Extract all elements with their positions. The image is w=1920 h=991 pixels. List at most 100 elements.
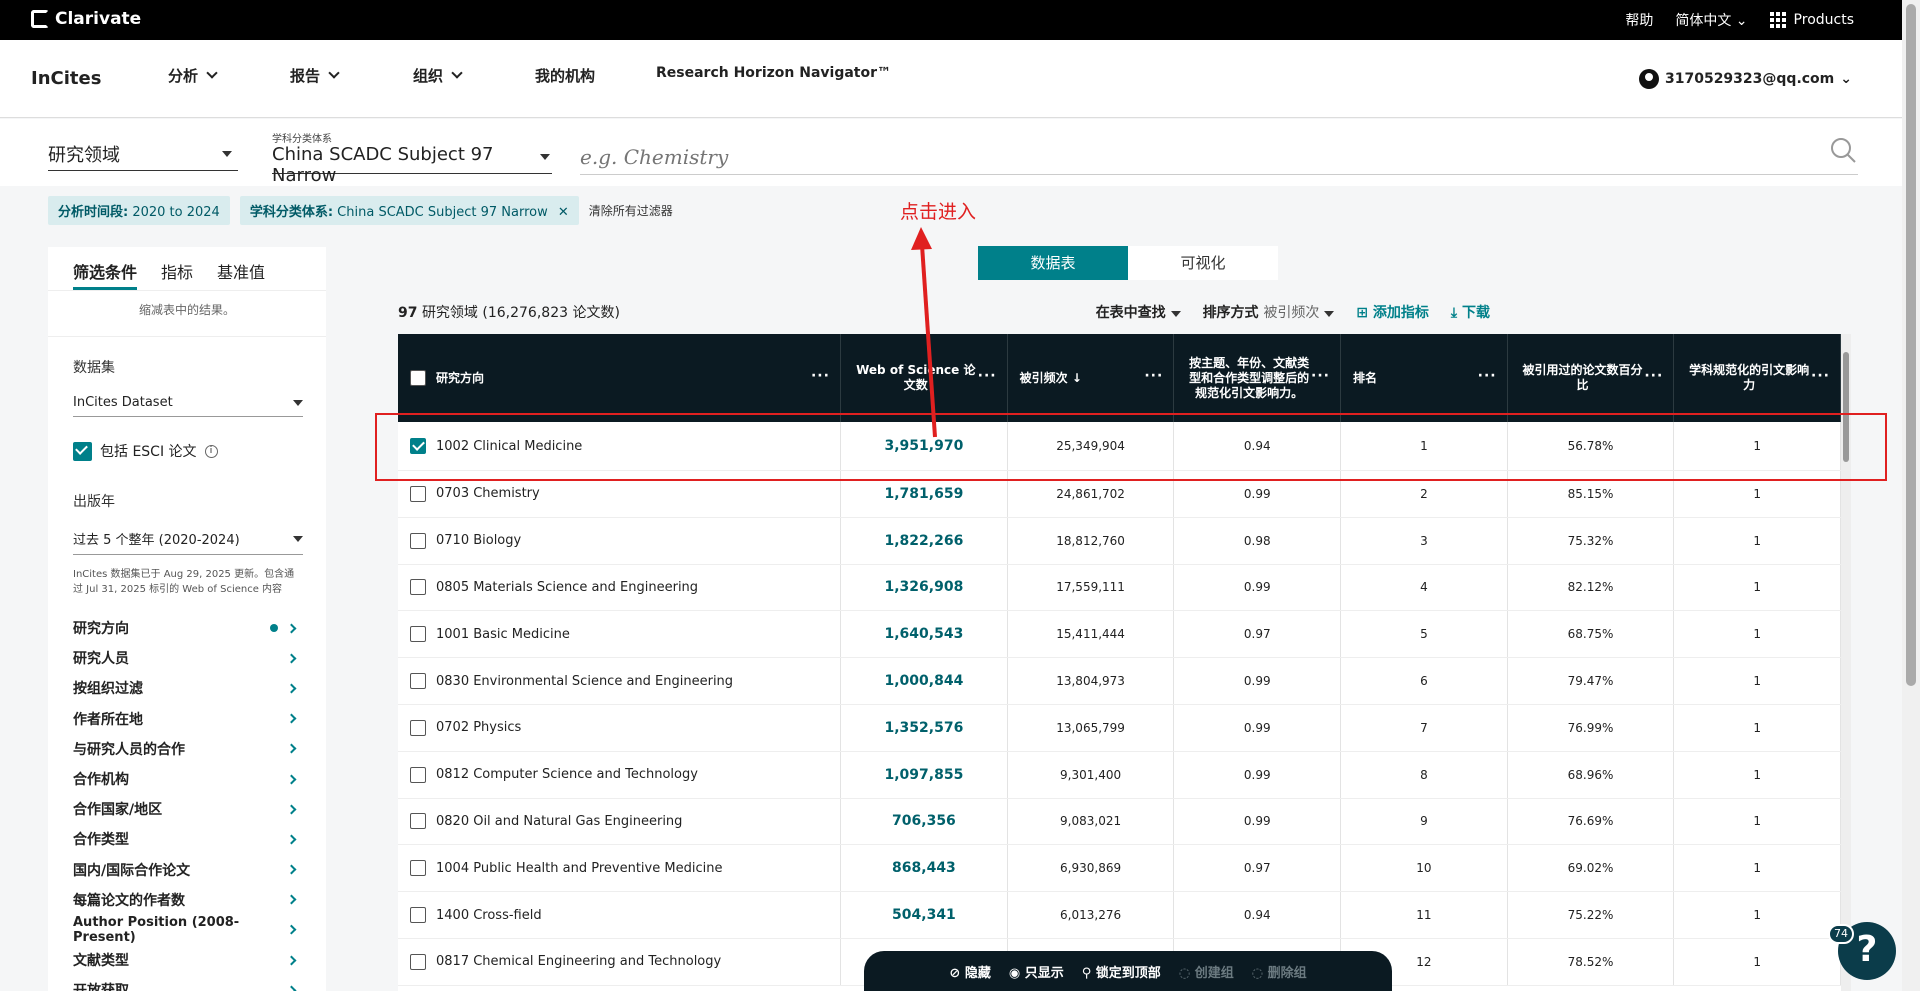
col-research-area[interactable]: 研究方向 ··· xyxy=(398,334,841,422)
filter-author-position[interactable]: Author Position (2008-Present) xyxy=(73,915,301,945)
more-icon[interactable]: ··· xyxy=(1144,369,1163,384)
products-menu[interactable]: Products xyxy=(1769,12,1854,28)
user-menu[interactable]: 3170529323@qq.com ⌄ xyxy=(1638,69,1852,89)
schema-select[interactable]: China SCADC Subject 97 Narrow xyxy=(272,144,552,186)
table-row[interactable]: 0805 Materials Science and Engineering 1,… xyxy=(398,564,1841,612)
col-pct-cited[interactable]: 被引用过的论文数百分比 ··· xyxy=(1508,334,1675,422)
sort-desc-icon[interactable]: ↓ xyxy=(1072,371,1082,386)
create-group-button[interactable]: ◌ 创建组 xyxy=(1179,962,1234,981)
cell-pct: 76.99% xyxy=(1508,704,1675,751)
filter-researchers[interactable]: 研究人员 xyxy=(73,643,301,673)
table-row[interactable]: 0830 Environmental Science and Engineeri… xyxy=(398,658,1841,705)
table-row[interactable]: 1001 Basic Medicine 1,640,543 15,411,444 0.… xyxy=(398,611,1841,659)
row-checkbox[interactable] xyxy=(410,719,426,736)
chip-period[interactable]: 分析时间段: 2020 to 2024 xyxy=(48,196,230,225)
nav-my-organization[interactable]: 我的机构 xyxy=(535,65,595,86)
row-checkbox[interactable] xyxy=(410,813,426,830)
add-indicator-button[interactable]: ⊞ 添加指标 xyxy=(1356,302,1429,322)
filter-intl-collab[interactable]: 国内/国际合作论文 xyxy=(73,855,301,885)
row-checkbox[interactable] xyxy=(410,860,426,877)
search-icon[interactable] xyxy=(1830,137,1856,163)
col-wos-docs[interactable]: Web of Science 论文数 ··· xyxy=(841,334,1008,422)
dataset-select[interactable]: InCites Dataset xyxy=(73,389,303,417)
help-link[interactable]: 帮助 xyxy=(1625,10,1653,30)
filter-researcher-collab[interactable]: 与研究人员的合作 xyxy=(73,734,301,764)
clarivate-logo[interactable]: Clarivate xyxy=(31,9,141,29)
hide-button[interactable]: ⊘ 隐藏 xyxy=(949,962,990,981)
col-cnci[interactable]: 按主题、年份、文献类型和合作类型调整后的规范化引文影响力。 ··· xyxy=(1174,334,1341,422)
close-icon[interactable]: ✕ xyxy=(558,205,569,220)
more-icon[interactable]: ··· xyxy=(978,369,997,384)
filter-open-access[interactable]: 开放获取 xyxy=(73,975,301,991)
table-view-button[interactable]: 数据表 xyxy=(978,246,1128,280)
download-button[interactable]: ⤓ 下载 xyxy=(1451,302,1490,322)
sort-select[interactable]: 排序方式 被引频次 xyxy=(1203,302,1335,322)
table-row[interactable]: 0702 Physics 1,352,576 13,065,799 0.99 7 76.9… xyxy=(398,704,1841,752)
tab-filters[interactable]: 筛选条件 xyxy=(73,259,138,290)
col-dnci[interactable]: 学科规范化的引文影响力 ··· xyxy=(1674,334,1841,422)
nav-analysis[interactable]: 分析 xyxy=(168,65,218,86)
page-scrollbar[interactable] xyxy=(1902,0,1920,991)
nav-reports[interactable]: 报告 xyxy=(290,65,340,86)
entity-select[interactable]: 研究领域 xyxy=(48,141,238,171)
cell-wos[interactable]: 1,000,844 xyxy=(841,658,1008,704)
cell-wos[interactable]: 1,097,855 xyxy=(841,751,1008,798)
filter-research-area[interactable]: 研究方向 xyxy=(73,613,301,643)
table-row[interactable]: 0812 Computer Science and Technology 1,09… xyxy=(398,751,1841,799)
cell-wos[interactable]: 1,640,543 xyxy=(841,611,1008,658)
more-icon[interactable]: ··· xyxy=(811,369,830,384)
show-only-button[interactable]: ◉ 只显示 xyxy=(1009,962,1064,981)
row-checkbox[interactable] xyxy=(410,532,426,549)
tab-indicators[interactable]: 指标 xyxy=(161,259,193,290)
user-icon xyxy=(1638,69,1659,89)
cell-wos[interactable]: 1,822,266 xyxy=(841,517,1008,564)
search-input[interactable] xyxy=(580,139,1858,175)
cell-wos[interactable]: 706,356 xyxy=(841,798,1008,845)
row-checkbox[interactable] xyxy=(410,907,426,924)
cell-wos[interactable]: 1,352,576 xyxy=(841,704,1008,751)
cell-wos[interactable]: 868,443 xyxy=(841,845,1008,892)
incites-brand[interactable]: InCites xyxy=(31,68,101,89)
table-row[interactable]: 0710 Biology 1,822,266 18,812,760 0.98 3 75.3… xyxy=(398,517,1841,565)
tab-baselines[interactable]: 基准值 xyxy=(217,259,265,290)
table-row[interactable]: 0820 Oil and Natural Gas Engineering 706,… xyxy=(398,798,1841,846)
delete-group-button[interactable]: ◌ 删除组 xyxy=(1252,962,1307,981)
nav-organizations[interactable]: 组织 xyxy=(413,65,463,86)
cell-wos[interactable]: 1,326,908 xyxy=(841,564,1008,611)
apps-grid-icon xyxy=(1769,12,1786,28)
more-icon[interactable]: ··· xyxy=(1811,369,1830,384)
info-icon[interactable]: i xyxy=(204,444,218,458)
filter-doc-type[interactable]: 文献类型 xyxy=(73,945,301,975)
esci-checkbox[interactable]: 包括 ESCI 论文 i xyxy=(73,441,301,461)
year-select[interactable]: 过去 5 个整年 (2020-2024) xyxy=(73,523,303,555)
more-icon[interactable]: ··· xyxy=(1478,369,1497,384)
pin-to-top-button[interactable]: ⚲ 锁定到顶部 xyxy=(1082,962,1161,981)
visualization-view-button[interactable]: 可视化 xyxy=(1128,246,1278,280)
filter-author-location[interactable]: 作者所在地 xyxy=(73,704,301,734)
filter-authors-per-paper[interactable]: 每篇论文的作者数 xyxy=(73,885,301,915)
col-rank[interactable]: 排名 ··· xyxy=(1341,334,1508,422)
row-checkbox[interactable] xyxy=(410,485,426,502)
cell-wos[interactable]: 504,341 xyxy=(841,892,1008,938)
language-select[interactable]: 简体中文 ⌄ xyxy=(1675,10,1747,30)
filter-collab-institution[interactable]: 合作机构 xyxy=(73,764,301,794)
col-times-cited[interactable]: 被引频次 ↓ ··· xyxy=(1008,334,1175,422)
row-checkbox[interactable] xyxy=(410,766,426,783)
row-checkbox[interactable] xyxy=(410,953,426,970)
filter-collab-type[interactable]: 合作类型 xyxy=(73,824,301,854)
row-checkbox[interactable] xyxy=(410,626,426,643)
table-row[interactable]: 1400 Cross-field 504,341 6,013,276 0.94 11 75… xyxy=(398,892,1841,939)
find-in-table[interactable]: 在表中查找 xyxy=(1096,302,1181,322)
nav-research-horizon[interactable]: Research Horizon Navigator™ xyxy=(656,65,891,81)
more-icon[interactable]: ··· xyxy=(1644,369,1663,384)
row-checkbox[interactable] xyxy=(410,673,426,690)
table-row[interactable]: 1004 Public Health and Preventive Medici… xyxy=(398,845,1841,893)
row-checkbox[interactable] xyxy=(410,579,426,596)
clear-filters-link[interactable]: 清除所有过滤器 xyxy=(589,202,673,219)
filter-collab-country[interactable]: 合作国家/地区 xyxy=(73,794,301,824)
more-icon[interactable]: ··· xyxy=(1311,369,1330,384)
filter-organization[interactable]: 按组织过滤 xyxy=(73,673,301,703)
chip-schema[interactable]: 学科分类体系: China SCADC Subject 97 Narrow ✕ xyxy=(239,196,579,225)
select-all-checkbox[interactable] xyxy=(410,370,426,386)
checkbox[interactable] xyxy=(73,441,92,461)
